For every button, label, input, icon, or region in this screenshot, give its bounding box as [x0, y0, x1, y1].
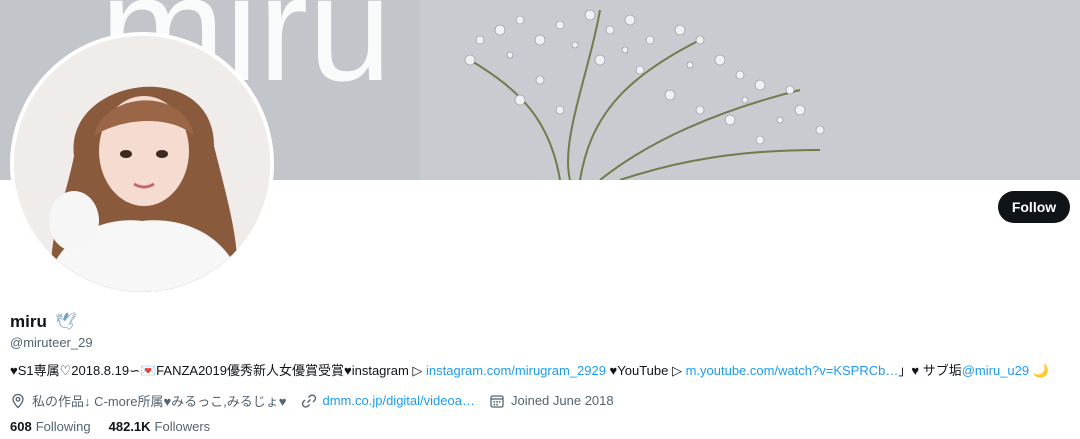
following-link[interactable]: 608 Following — [10, 419, 91, 434]
bio-link-instagram[interactable]: instagram.com/mirugram_2929 — [426, 363, 606, 378]
followers-count: 482.1K — [108, 419, 151, 434]
follow-stats: 608 Following 482.1K Followers — [10, 419, 228, 434]
link-icon — [301, 393, 316, 408]
followers-label: Followers — [154, 419, 211, 434]
calendar-icon — [490, 394, 504, 408]
followers-link[interactable]: 482.1K Followers — [109, 419, 211, 434]
profile-name-row: miru 🕊 — [10, 312, 76, 332]
profile-meta: 私の作品↓ C-more所属♥みるっこ,みるじょ♥ dmm.co.jp/digi… — [10, 391, 628, 410]
bio-text-2: ♥YouTube ▷ — [605, 363, 686, 378]
bio-text-1: ♥S1専属♡2018.8.19∽💌FANZA2019優秀新人女優賞受賞♥inst… — [10, 363, 427, 378]
location-text: 私の作品↓ C-more所属♥みるっこ,みるじょ♥ — [32, 394, 287, 409]
avatar[interactable] — [10, 32, 274, 296]
location-pin-icon — [12, 393, 24, 408]
profile-bio: ♥S1専属♡2018.8.19∽💌FANZA2019優秀新人女優賞受賞♥inst… — [10, 362, 1049, 380]
display-name: miru — [10, 312, 47, 331]
following-label: Following — [35, 419, 91, 434]
user-handle: @miruteer_29 — [10, 335, 93, 350]
bio-text-3: 」♥ サブ垢 — [898, 363, 962, 378]
website-link[interactable]: dmm.co.jp/digital/videoa… — [323, 393, 475, 408]
bio-link-youtube[interactable]: m.youtube.com/watch?v=KSPRCb… — [686, 363, 899, 378]
bio-mention[interactable]: @miru_u29 — [962, 363, 1029, 378]
following-count: 608 — [10, 419, 32, 434]
location-item: 私の作品↓ C-more所属♥みるっこ,みるじょ♥ — [10, 391, 287, 410]
joined-item: Joined June 2018 — [489, 393, 614, 409]
dove-emoji: 🕊 — [54, 312, 77, 331]
website-item: dmm.co.jp/digital/videoa… — [301, 393, 475, 409]
follow-button[interactable]: Follow — [998, 191, 1070, 223]
avatar-photo — [14, 36, 270, 292]
joined-text: Joined June 2018 — [510, 393, 614, 408]
bio-text-4: 🌙 — [1029, 363, 1049, 378]
